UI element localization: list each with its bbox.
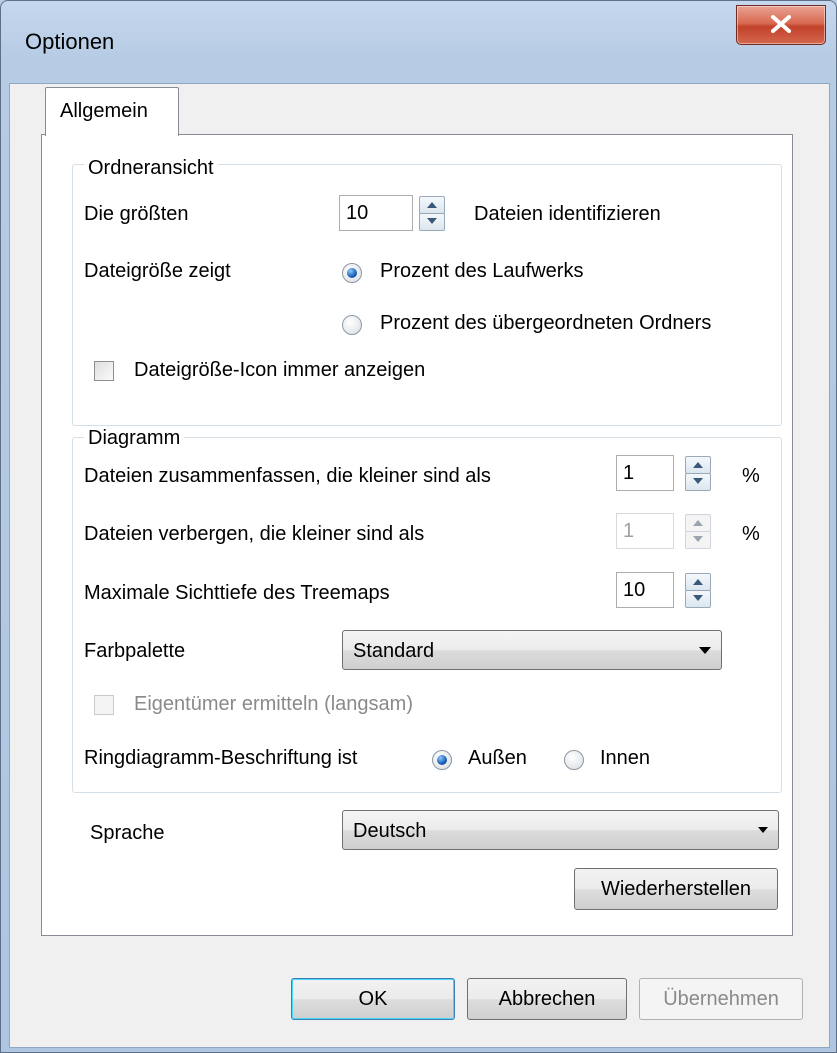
identify-prefix-label: Die größten (84, 203, 189, 225)
title-bar[interactable]: Optionen (1, 1, 836, 83)
identify-count-stepper[interactable] (419, 195, 445, 231)
chevron-down-icon (758, 827, 768, 833)
arrow-down-icon (427, 218, 437, 224)
palette-dropdown[interactable]: Standard (342, 630, 722, 670)
radio-ring-inside[interactable] (564, 750, 584, 770)
language-selected-value: Deutsch (353, 820, 427, 842)
arrow-up-icon (693, 520, 703, 526)
radio-ring-outside-label[interactable]: Außen (468, 747, 527, 770)
radio-percent-drive[interactable] (342, 263, 362, 283)
merge-threshold-stepper[interactable] (685, 455, 711, 491)
hide-unit-label: % (742, 523, 760, 545)
radio-percent-parent-label[interactable]: Prozent des übergeordneten Ordners (380, 312, 711, 335)
tab-general-label: Allgemein (60, 100, 148, 122)
owner-label[interactable]: Eigentümer ermitteln (langsam) (134, 693, 413, 716)
window-title: Optionen (25, 29, 115, 54)
merge-threshold-value: 1 (623, 462, 635, 484)
group-diagram (72, 437, 782, 793)
arrow-up-icon (427, 202, 437, 208)
stepper-down-button[interactable] (685, 531, 711, 549)
apply-button[interactable]: Übernehmen (639, 978, 803, 1020)
hide-threshold-value: 1 (623, 520, 635, 542)
language-dropdown[interactable]: Deutsch (342, 810, 779, 850)
always-show-icon-checkbox[interactable] (94, 361, 114, 381)
arrow-down-icon (693, 536, 703, 542)
merge-threshold-input[interactable]: 1 (616, 455, 674, 491)
options-dialog: Optionen Allgemein Ordneransicht Die grö… (0, 0, 837, 1053)
ok-button[interactable]: OK (291, 978, 455, 1020)
stepper-up-button[interactable] (685, 456, 711, 474)
merge-unit-label: % (742, 465, 760, 487)
arrow-up-icon (693, 579, 703, 585)
stepper-up-button[interactable] (685, 573, 711, 591)
radio-percent-parent[interactable] (342, 315, 362, 335)
treemap-depth-value: 10 (623, 579, 646, 601)
always-show-icon-label[interactable]: Dateigröße-Icon immer anzeigen (134, 359, 425, 382)
tab-general[interactable]: Allgemein (45, 87, 179, 136)
stepper-down-button[interactable] (419, 213, 445, 231)
tab-panel-general: Ordneransicht Die größten 10 Dateien ide… (41, 134, 793, 936)
hide-files-label: Dateien verbergen, die kleiner sind als (84, 523, 425, 545)
treemap-depth-label: Maximale Sichttiefe des Treemaps (84, 582, 390, 604)
cancel-button[interactable]: Abbrechen (467, 978, 627, 1020)
identify-suffix-label: Dateien identifizieren (474, 203, 661, 225)
identify-count-value: 10 (346, 202, 369, 224)
stepper-up-button[interactable] (685, 514, 711, 532)
hide-threshold-input[interactable]: 1 (616, 513, 674, 549)
radio-percent-drive-label[interactable]: Prozent des Laufwerks (380, 260, 583, 283)
chevron-down-icon (699, 647, 711, 654)
close-icon (771, 15, 791, 33)
language-label: Sprache (90, 822, 165, 844)
radio-ring-outside[interactable] (432, 750, 452, 770)
radio-ring-inside-label[interactable]: Innen (600, 747, 650, 770)
palette-label: Farbpalette (84, 640, 186, 662)
owner-checkbox[interactable] (94, 695, 114, 715)
treemap-depth-stepper[interactable] (685, 572, 711, 608)
merge-files-label: Dateien zusammenfassen, die kleiner sind… (84, 465, 491, 487)
group-folder-view-title: Ordneransicht (84, 157, 218, 180)
close-button[interactable] (736, 5, 826, 45)
arrow-down-icon (693, 595, 703, 601)
filesize-shows-label: Dateigröße zeigt (84, 260, 231, 282)
group-diagram-title: Diagramm (84, 427, 185, 450)
stepper-down-button[interactable] (685, 473, 711, 491)
identify-count-input[interactable]: 10 (339, 195, 413, 231)
palette-selected-value: Standard (353, 640, 435, 662)
stepper-down-button[interactable] (685, 590, 711, 608)
arrow-up-icon (693, 462, 703, 468)
stepper-up-button[interactable] (419, 196, 445, 214)
restore-defaults-button[interactable]: Wiederherstellen (574, 868, 778, 910)
ring-label: Ringdiagramm-Beschriftung ist (84, 747, 358, 769)
arrow-down-icon (693, 478, 703, 484)
hide-threshold-stepper[interactable] (685, 513, 711, 549)
treemap-depth-input[interactable]: 10 (616, 572, 674, 608)
